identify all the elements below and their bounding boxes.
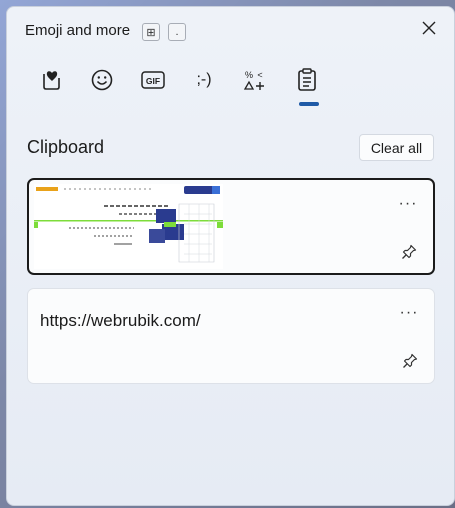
smiley-icon <box>91 69 113 91</box>
clipboard-item-image[interactable]: ··· <box>27 178 435 275</box>
pin-button[interactable] <box>399 242 419 262</box>
clipboard-item-text[interactable]: https://webrubik.com/ ··· <box>27 288 435 384</box>
selected-tab-indicator <box>299 102 319 106</box>
close-button[interactable] <box>418 17 440 39</box>
pin-icon <box>402 244 417 259</box>
windows-key-badge: ⊞ <box>142 23 160 41</box>
gif-icon: GIF <box>141 71 165 89</box>
tab-kaomoji[interactable] <box>82 65 122 95</box>
close-icon <box>422 21 436 35</box>
heart-emoji-icon <box>43 71 60 90</box>
svg-text:GIF: GIF <box>146 76 160 86</box>
period-key-badge: . <box>168 23 186 41</box>
clear-all-button[interactable]: Clear all <box>359 134 434 161</box>
more-options-button[interactable]: ··· <box>397 195 419 212</box>
clipboard-icon <box>298 68 316 91</box>
svg-text:<: < <box>257 70 262 80</box>
clipboard-image-thumbnail <box>34 184 223 269</box>
tab-emoji[interactable] <box>31 65 71 95</box>
tab-clipboard[interactable] <box>287 65 327 95</box>
emoji-panel: Emoji and more ⊞ . GIF ;-) % < Clipboard… <box>6 6 455 506</box>
section-title: Clipboard <box>27 137 105 157</box>
tab-emoticon[interactable]: ;-) <box>184 65 224 95</box>
symbols-icon: % < <box>243 70 264 90</box>
tab-gif[interactable]: GIF <box>133 65 173 95</box>
pin-button[interactable] <box>400 351 420 371</box>
category-tabs: GIF ;-) % < <box>25 65 325 115</box>
emoticon-icon: ;-) <box>196 71 212 88</box>
panel-title: Emoji and more <box>25 22 131 39</box>
tab-symbols[interactable]: % < <box>235 65 275 95</box>
pin-icon <box>403 353 418 368</box>
svg-text:%: % <box>245 70 253 80</box>
clipboard-text: https://webrubik.com/ <box>40 311 201 330</box>
website-screenshot-image <box>34 184 223 269</box>
more-options-button[interactable]: ··· <box>398 304 420 321</box>
